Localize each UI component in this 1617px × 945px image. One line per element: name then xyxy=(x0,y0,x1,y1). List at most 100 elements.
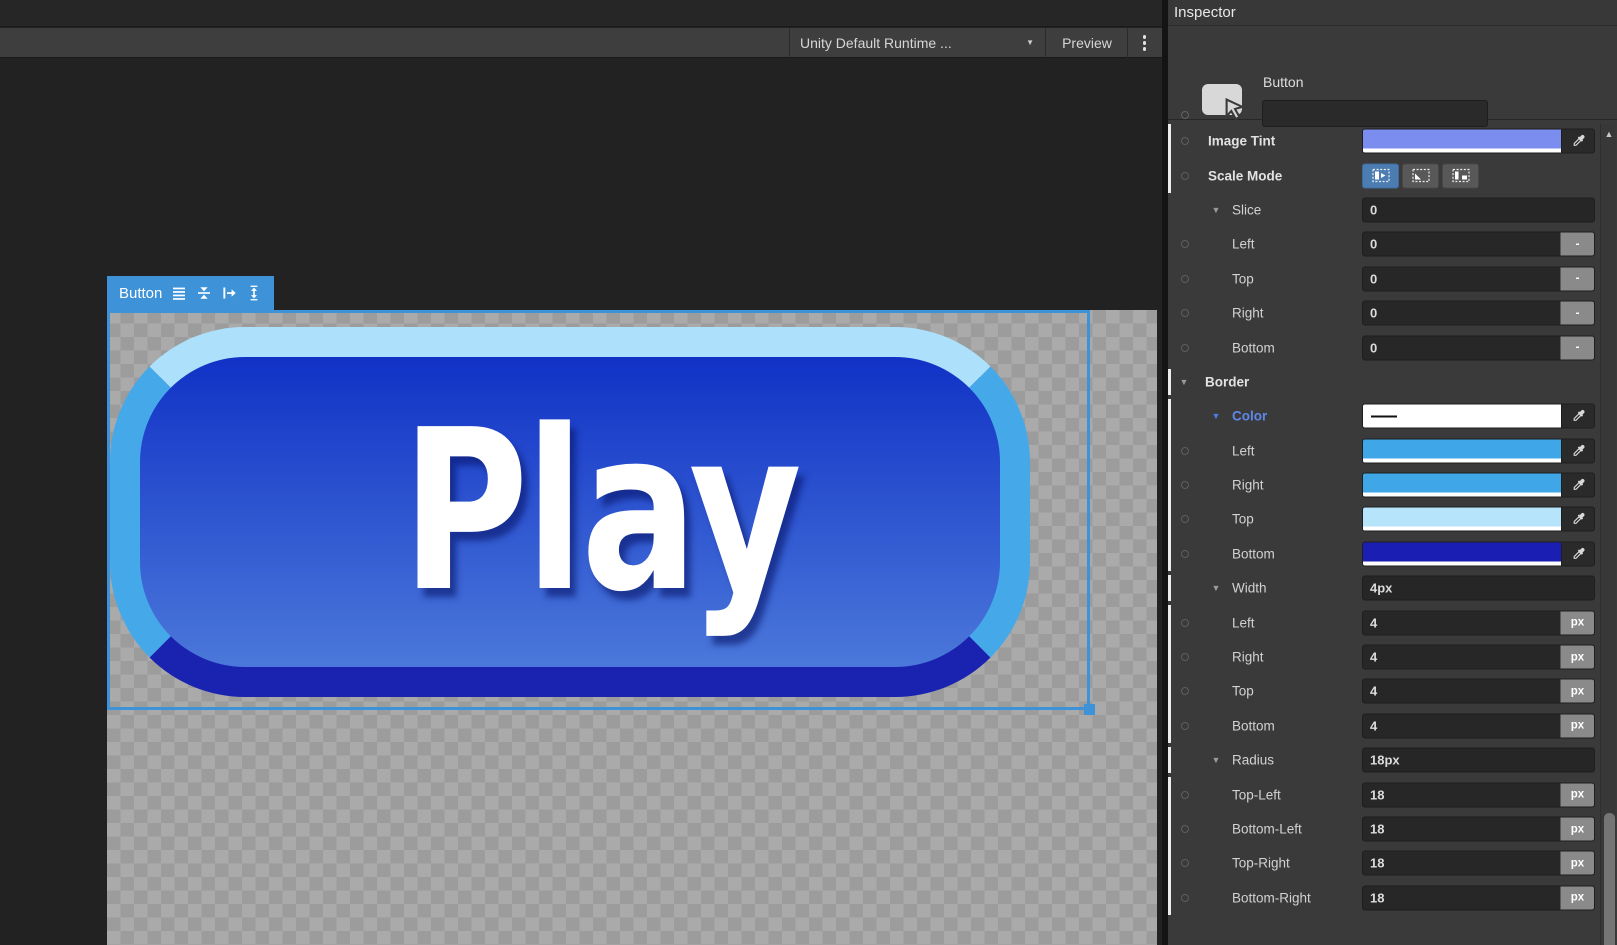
inspector-row: Bottom xyxy=(1168,537,1617,571)
field-value: 18 xyxy=(1363,890,1560,905)
chevron-down-icon: ▼ xyxy=(1026,39,1034,47)
property-control: 0- xyxy=(1362,301,1595,326)
binding-indicator[interactable] xyxy=(1181,825,1189,833)
scrollbar-thumb[interactable] xyxy=(1604,813,1615,945)
binding-indicator[interactable] xyxy=(1181,550,1189,558)
preview-button[interactable]: Preview xyxy=(1048,28,1126,58)
unit-button[interactable]: - xyxy=(1560,336,1594,359)
unit-button[interactable]: px xyxy=(1560,680,1594,703)
property-label: Left xyxy=(1232,443,1255,458)
value-field[interactable]: 4px xyxy=(1362,645,1595,670)
scale-mode-crop-button[interactable] xyxy=(1402,163,1439,188)
eyedropper-button[interactable] xyxy=(1561,439,1594,462)
color-field[interactable] xyxy=(1362,473,1595,498)
color-swatch[interactable] xyxy=(1363,405,1561,428)
foldout-arrow-icon[interactable]: ▼ xyxy=(1210,583,1222,593)
foldout-arrow-icon[interactable]: ▼ xyxy=(1210,755,1222,765)
override-indicator xyxy=(1168,747,1171,773)
value-field[interactable]: 0- xyxy=(1362,335,1595,360)
binding-indicator[interactable] xyxy=(1181,619,1189,627)
theme-dropdown[interactable]: Unity Default Runtime ... ▼ xyxy=(790,28,1044,58)
value-field[interactable]: 0 xyxy=(1362,197,1595,222)
override-indicator xyxy=(1168,709,1171,743)
eyedropper-button[interactable] xyxy=(1561,405,1594,428)
foldout-arrow-icon[interactable]: ▼ xyxy=(1178,377,1190,387)
scale-mode-stretch-button[interactable] xyxy=(1362,163,1399,188)
color-field[interactable] xyxy=(1362,507,1595,532)
property-control: 18px xyxy=(1362,782,1595,807)
color-field[interactable] xyxy=(1362,404,1595,429)
value-field[interactable]: 18px xyxy=(1362,851,1595,876)
binding-indicator[interactable] xyxy=(1181,275,1189,283)
color-field[interactable] xyxy=(1362,541,1595,566)
binding-indicator[interactable] xyxy=(1181,722,1189,730)
value-field[interactable]: 0- xyxy=(1362,301,1595,326)
align-lines-icon[interactable] xyxy=(171,285,187,301)
binding-indicator[interactable] xyxy=(1181,137,1189,145)
alpha-strip xyxy=(1363,561,1561,565)
vertical-arrows-icon[interactable] xyxy=(246,285,262,301)
unit-button[interactable]: px xyxy=(1560,818,1594,841)
binding-indicator[interactable] xyxy=(1181,172,1189,180)
color-swatch[interactable] xyxy=(1363,439,1561,462)
binding-indicator[interactable] xyxy=(1181,791,1189,799)
element-type-label: Button xyxy=(1263,74,1303,90)
unit-button[interactable]: - xyxy=(1560,233,1594,256)
element-name-input[interactable] xyxy=(1262,100,1488,127)
value-field[interactable]: 18px xyxy=(1362,885,1595,910)
value-field[interactable]: 4px xyxy=(1362,679,1595,704)
property-control: 4px xyxy=(1362,713,1595,738)
kebab-menu-icon[interactable] xyxy=(1128,28,1161,58)
color-swatch[interactable] xyxy=(1363,474,1561,497)
unit-button[interactable]: px xyxy=(1560,714,1594,737)
binding-indicator[interactable] xyxy=(1181,894,1189,902)
value-field[interactable]: 18px xyxy=(1362,782,1595,807)
binding-indicator[interactable] xyxy=(1181,309,1189,317)
binding-indicator[interactable] xyxy=(1181,447,1189,455)
selection-outline xyxy=(107,310,1090,710)
unit-button[interactable]: px xyxy=(1560,646,1594,669)
property-label: Top-Left xyxy=(1232,787,1281,802)
eyedropper-button[interactable] xyxy=(1561,542,1594,565)
binding-indicator[interactable] xyxy=(1181,240,1189,248)
eyedropper-button[interactable] xyxy=(1561,130,1594,153)
unit-button[interactable]: px xyxy=(1560,611,1594,634)
value-field[interactable]: 4px xyxy=(1362,713,1595,738)
value-field[interactable]: 4px xyxy=(1362,576,1595,601)
value-field[interactable]: 18px xyxy=(1362,748,1595,773)
binding-indicator[interactable] xyxy=(1181,111,1189,119)
bar-arrow-right-icon[interactable] xyxy=(221,285,237,301)
color-field[interactable] xyxy=(1362,129,1595,154)
binding-indicator[interactable] xyxy=(1181,687,1189,695)
scrollbar-up-arrow-icon[interactable]: ▲ xyxy=(1601,126,1617,142)
resize-handle[interactable] xyxy=(1084,704,1095,715)
collapse-vertical-icon[interactable] xyxy=(196,285,212,301)
unit-button[interactable]: px xyxy=(1560,886,1594,909)
inspector-scrollbar[interactable]: ▲ xyxy=(1600,124,1616,945)
field-value: 4 xyxy=(1363,650,1560,665)
foldout-arrow-icon[interactable]: ▼ xyxy=(1210,411,1222,421)
unit-button[interactable]: - xyxy=(1560,267,1594,290)
unit-button[interactable]: px xyxy=(1560,852,1594,875)
binding-indicator[interactable] xyxy=(1181,653,1189,661)
foldout-arrow-icon[interactable]: ▼ xyxy=(1210,205,1222,215)
binding-indicator[interactable] xyxy=(1181,859,1189,867)
eyedropper-button[interactable] xyxy=(1561,508,1594,531)
value-field[interactable]: 0- xyxy=(1362,232,1595,257)
binding-indicator[interactable] xyxy=(1181,481,1189,489)
value-field[interactable]: 4px xyxy=(1362,610,1595,635)
eyedropper-button[interactable] xyxy=(1561,474,1594,497)
color-swatch[interactable] xyxy=(1363,542,1561,565)
scale-mode-fit-button[interactable] xyxy=(1442,163,1479,188)
color-swatch[interactable] xyxy=(1363,508,1561,531)
selected-element-tab[interactable]: Button xyxy=(107,276,274,310)
color-field[interactable] xyxy=(1362,438,1595,463)
unit-button[interactable]: px xyxy=(1560,783,1594,806)
value-field[interactable]: 18px xyxy=(1362,817,1595,842)
unit-button[interactable]: - xyxy=(1560,302,1594,325)
property-control xyxy=(1362,438,1595,463)
binding-indicator[interactable] xyxy=(1181,344,1189,352)
value-field[interactable]: 0- xyxy=(1362,266,1595,291)
color-swatch[interactable] xyxy=(1363,130,1561,153)
binding-indicator[interactable] xyxy=(1181,515,1189,523)
